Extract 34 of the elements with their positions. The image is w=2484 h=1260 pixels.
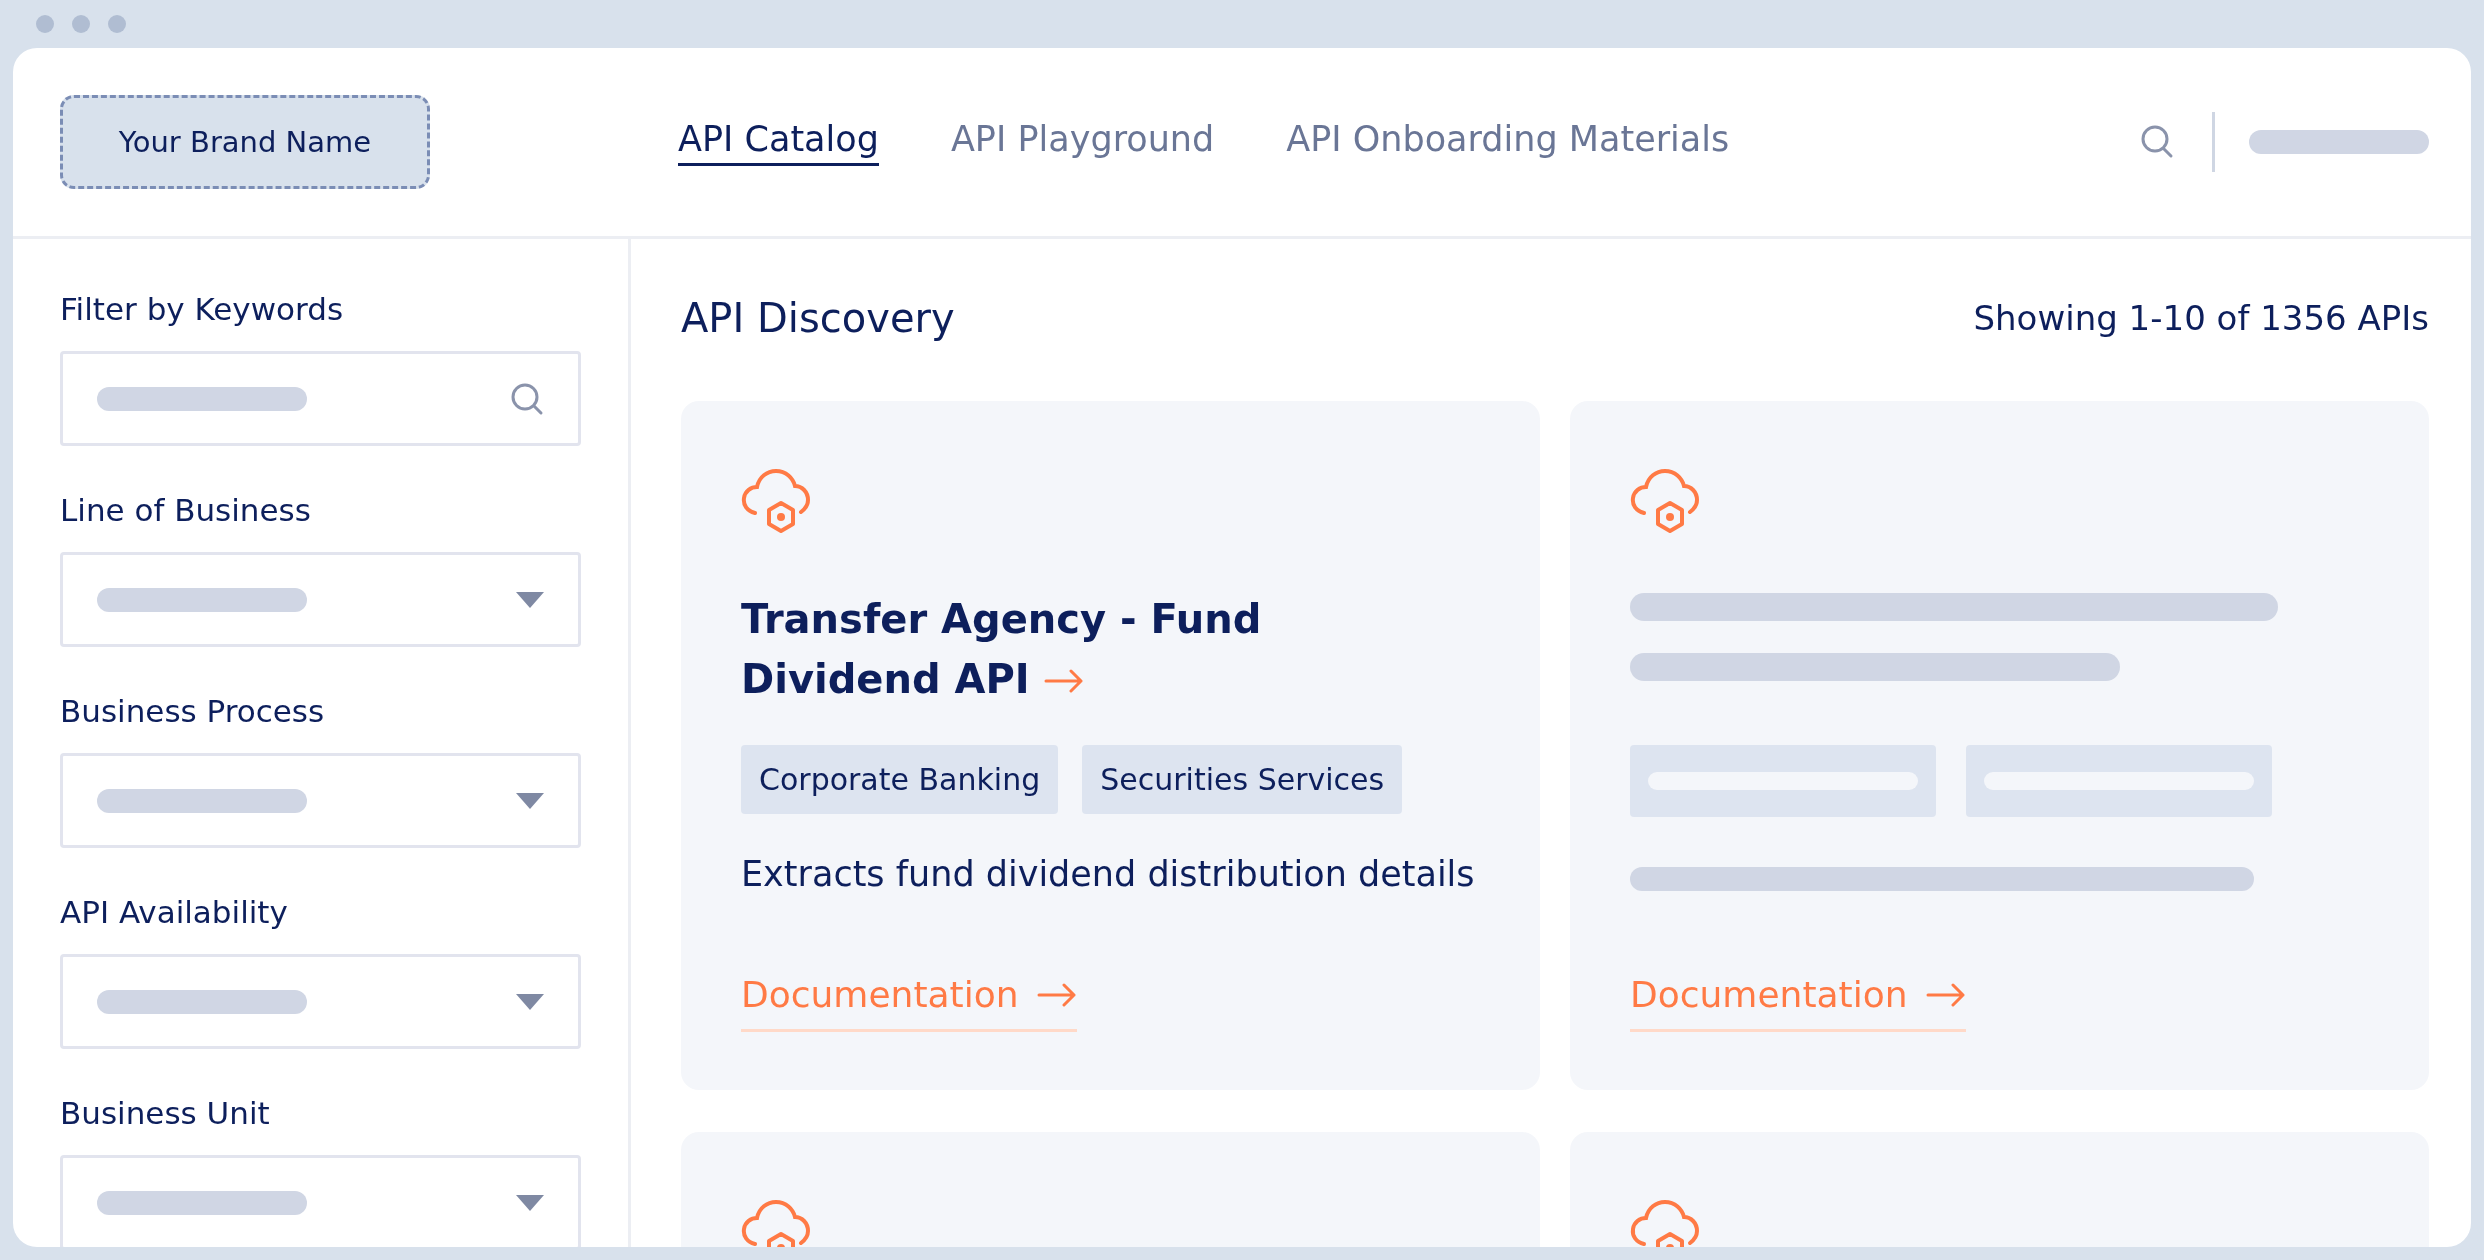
filter-label: Business Process <box>60 693 326 729</box>
arrow-icon <box>1036 982 1077 1007</box>
arrow-icon <box>1043 669 1084 693</box>
brand-logo: Your Brand Name <box>60 95 430 189</box>
caret-icon <box>516 1194 544 1211</box>
filter-label: Line of Business <box>60 492 312 528</box>
dropdown-field[interactable] <box>60 1155 581 1247</box>
search-icon[interactable] <box>2140 124 2174 160</box>
api-description: Extracts fund dividend distribution details <box>741 854 1476 894</box>
window-dot <box>108 15 126 33</box>
dropdown-field[interactable] <box>60 552 581 647</box>
documentation-link[interactable]: Documentation <box>741 974 1077 1032</box>
nav-tab[interactable]: API Onboarding Materials <box>1286 118 1730 166</box>
dropdown-field[interactable] <box>60 954 581 1049</box>
window-dot <box>72 15 90 33</box>
api-title-link[interactable]: Transfer Agency - Fund Dividend API <box>741 589 1381 709</box>
tag: Corporate Banking <box>741 745 1059 814</box>
result-count: Showing 1-10 of 1356 APIs <box>1973 298 2429 338</box>
filter-label: Filter by Keywords <box>60 291 345 327</box>
filter-label: Business Unit <box>60 1095 271 1131</box>
nav-tab[interactable]: API Catalog <box>678 118 879 166</box>
documentation-link[interactable]: Documentation <box>1630 974 1966 1032</box>
nav-tab[interactable]: API Playground <box>950 118 1215 166</box>
search-icon <box>510 381 544 416</box>
search-field[interactable] <box>60 351 581 446</box>
filter-label: API Availability <box>60 894 289 930</box>
caret-icon <box>516 993 544 1010</box>
arrow-icon <box>1925 982 1966 1007</box>
caret-icon <box>516 591 544 608</box>
page-title: API Discovery <box>681 295 955 341</box>
tag: Securities Services <box>1082 745 1403 814</box>
dropdown-field[interactable] <box>60 753 581 848</box>
caret-icon <box>516 792 544 809</box>
window-dot <box>36 15 54 33</box>
